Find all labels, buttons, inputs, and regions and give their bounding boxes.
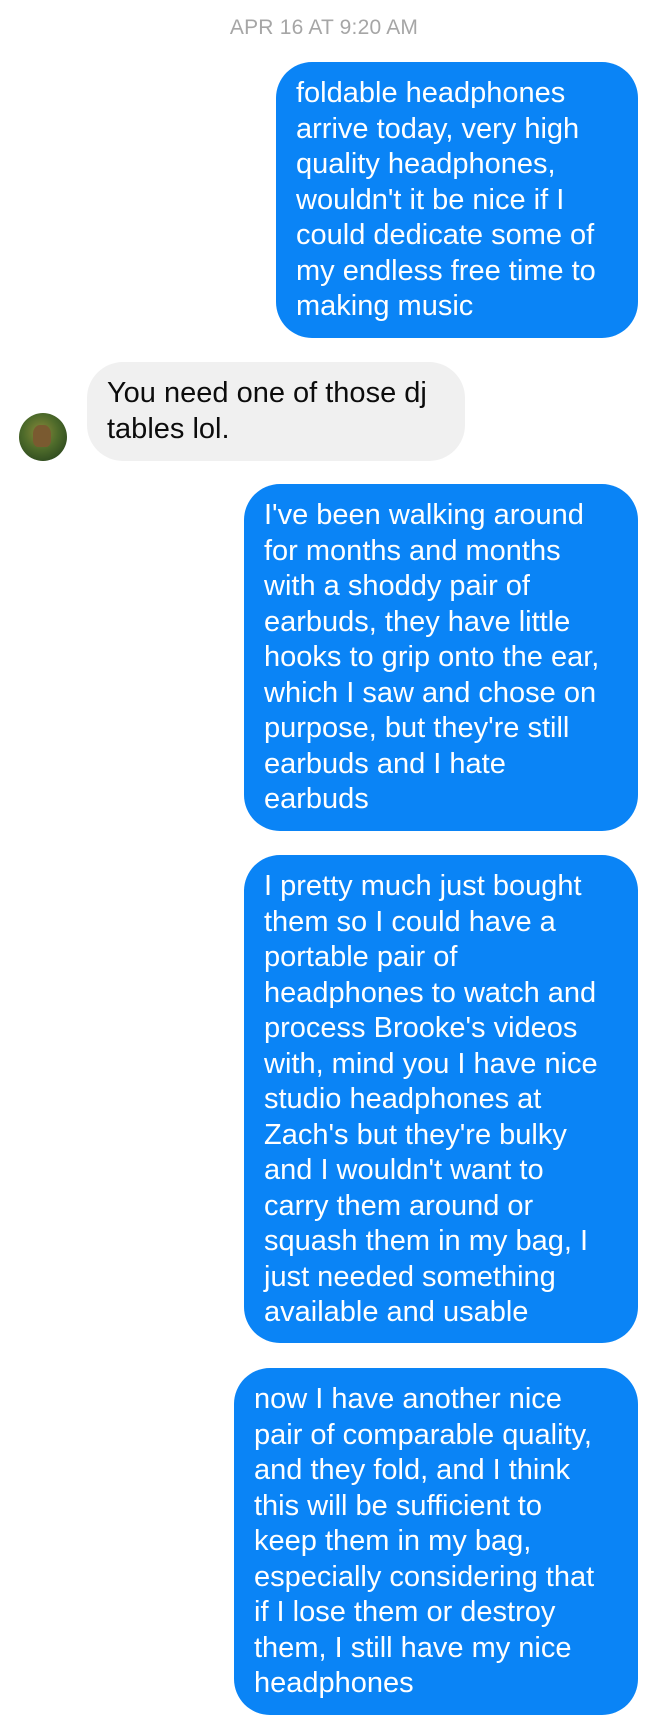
- conversation-timestamp: APR 16 AT 9:20 AM: [229, 16, 419, 39]
- outgoing-message-bubble[interactable]: now I have another nice pair of comparab…: [234, 1368, 638, 1715]
- avatar-photo-icon: [33, 425, 51, 447]
- contact-avatar[interactable]: [19, 413, 67, 461]
- outgoing-message-bubble[interactable]: I pretty much just bought them so I coul…: [244, 855, 638, 1343]
- outgoing-message-bubble[interactable]: I've been walking around for months and …: [244, 484, 638, 831]
- outgoing-message-bubble[interactable]: foldable headphones arrive today, very h…: [276, 62, 638, 338]
- incoming-message-bubble[interactable]: You need one of those dj tables lol.: [87, 362, 465, 461]
